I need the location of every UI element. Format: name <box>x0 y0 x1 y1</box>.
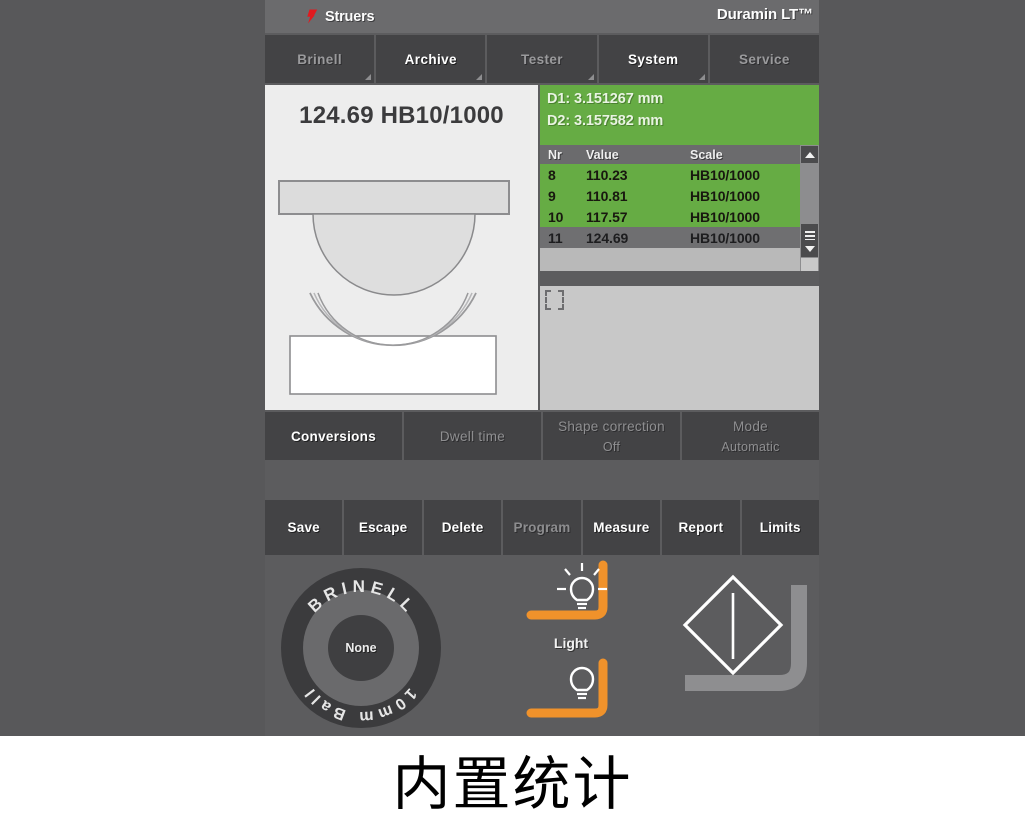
screenshot-root: Struers Duramin LT™ Brinell Archive Test… <box>0 0 1025 821</box>
action-label: Delete <box>442 520 484 535</box>
action-label: Report <box>678 520 723 535</box>
action-label: Program <box>514 520 571 535</box>
d1-value: D1: 3.151267 mm <box>547 91 819 107</box>
save-button[interactable]: Save <box>265 500 342 555</box>
tab-tester[interactable]: Tester <box>487 35 596 83</box>
tab-label: Archive <box>405 52 457 67</box>
table-row-selected[interactable]: 11 124.69 HB10/1000 <box>540 227 819 248</box>
scroll-down-arrow-icon[interactable] <box>801 240 818 257</box>
tab-corner-marker-icon <box>365 74 371 80</box>
program-button[interactable]: Program <box>503 500 580 555</box>
tab-system[interactable]: System <box>599 35 708 83</box>
option-label: Dwell time <box>440 429 505 444</box>
cell-nr: 11 <box>548 230 586 246</box>
tab-label: Service <box>739 52 790 67</box>
tab-label: Tester <box>521 52 563 67</box>
lamp-dim-icon[interactable] <box>515 657 645 729</box>
brand-lockup: Struers <box>304 8 374 25</box>
scroll-up-arrow-icon[interactable] <box>801 146 818 163</box>
action-label: Limits <box>760 520 801 535</box>
cell-nr: 8 <box>548 167 586 183</box>
table-body: 8 110.23 HB10/1000 9 110.81 HB10/1000 10… <box>540 164 819 248</box>
delete-button[interactable]: Delete <box>424 500 501 555</box>
action-label: Save <box>288 520 320 535</box>
escape-button[interactable]: Escape <box>344 500 421 555</box>
tab-corner-marker-icon <box>699 74 705 80</box>
scrollbar-trail <box>801 258 818 271</box>
option-button-row: Conversions Dwell time Shape correction … <box>265 412 819 460</box>
indent-preview-panel[interactable] <box>540 286 819 410</box>
app-header: Struers Duramin LT™ <box>265 0 819 33</box>
start-test-diamond-icon[interactable] <box>675 565 815 730</box>
report-button[interactable]: Report <box>662 500 739 555</box>
option-label: Mode <box>733 419 768 434</box>
shape-correction-button[interactable]: Shape correction Off <box>543 412 680 460</box>
column-header-value: Value <box>586 148 690 162</box>
main-tab-bar: Brinell Archive Tester System Service <box>265 35 819 83</box>
dial-hub[interactable]: None <box>328 615 394 681</box>
bottom-control-strip: BRINELL 10mm Ball None <box>265 557 819 736</box>
diameter-readout-panel: D1: 3.151267 mm D2: 3.157582 mm <box>540 85 819 145</box>
struers-bolt-logo-icon <box>304 8 321 25</box>
table-header-row: Nr Value Scale <box>540 145 819 164</box>
option-label: Shape correction <box>558 419 665 434</box>
tab-label: System <box>628 52 678 67</box>
conversions-button[interactable]: Conversions <box>265 412 402 460</box>
cell-nr: 10 <box>548 209 586 225</box>
table-vertical-scrollbar[interactable] <box>800 145 819 271</box>
light-label: Light <box>515 635 627 651</box>
brand-name: Struers <box>325 9 374 25</box>
hardness-reading: 124.69 HB10/1000 <box>265 102 538 130</box>
cell-value: 117.57 <box>586 209 690 225</box>
caption-text: 内置统计 <box>0 736 1025 821</box>
tab-service[interactable]: Service <box>710 35 819 83</box>
instrument-screen: Struers Duramin LT™ Brinell Archive Test… <box>265 0 819 736</box>
dwell-time-button[interactable]: Dwell time <box>404 412 541 460</box>
table-row[interactable]: 10 117.57 HB10/1000 <box>540 206 819 227</box>
turret-top-arc-label: BRINELL <box>304 577 420 619</box>
ball-indenter-concave-specimen-diagram-icon <box>265 179 538 399</box>
option-label: Conversions <box>291 429 376 444</box>
action-label: Escape <box>359 520 407 535</box>
tab-corner-marker-icon <box>588 74 594 80</box>
dashed-selection-square-icon[interactable] <box>545 290 564 310</box>
mode-button[interactable]: Mode Automatic <box>682 412 819 460</box>
cell-nr: 9 <box>548 188 586 204</box>
turret-dial-icon[interactable]: BRINELL 10mm Ball None <box>273 562 449 734</box>
svg-text:BRINELL: BRINELL <box>304 577 420 619</box>
cell-value: 110.23 <box>586 167 690 183</box>
table-row[interactable]: 9 110.81 HB10/1000 <box>540 185 819 206</box>
limits-button[interactable]: Limits <box>742 500 819 555</box>
light-control-group: Light <box>515 559 655 734</box>
turret-center-label: None <box>345 641 376 655</box>
option-value: Automatic <box>721 440 779 454</box>
measure-button[interactable]: Measure <box>583 500 660 555</box>
table-footer-strip <box>540 248 819 261</box>
svg-text:10mm Ball: 10mm Ball <box>300 682 419 725</box>
tab-brinell[interactable]: Brinell <box>265 35 374 83</box>
turret-bottom-arc-label: 10mm Ball <box>300 682 419 725</box>
d2-value: D2: 3.157582 mm <box>547 113 819 129</box>
column-header-nr: Nr <box>548 148 586 162</box>
measurement-panel: 124.69 HB10/1000 <box>265 85 538 410</box>
action-button-row: Save Escape Delete Program Measure Repor… <box>265 500 819 555</box>
option-value: Off <box>603 440 620 454</box>
lamp-brighten-icon[interactable] <box>515 559 645 631</box>
cell-value: 124.69 <box>586 230 690 246</box>
action-label: Measure <box>593 520 649 535</box>
tab-archive[interactable]: Archive <box>376 35 485 83</box>
tab-corner-marker-icon <box>476 74 482 80</box>
tab-label: Brinell <box>297 52 342 67</box>
table-row[interactable]: 8 110.23 HB10/1000 <box>540 164 819 185</box>
model-title: Duramin LT™ <box>717 6 813 23</box>
results-table[interactable]: Nr Value Scale 8 110.23 HB10/1000 9 110.… <box>540 145 819 271</box>
cell-value: 110.81 <box>586 188 690 204</box>
